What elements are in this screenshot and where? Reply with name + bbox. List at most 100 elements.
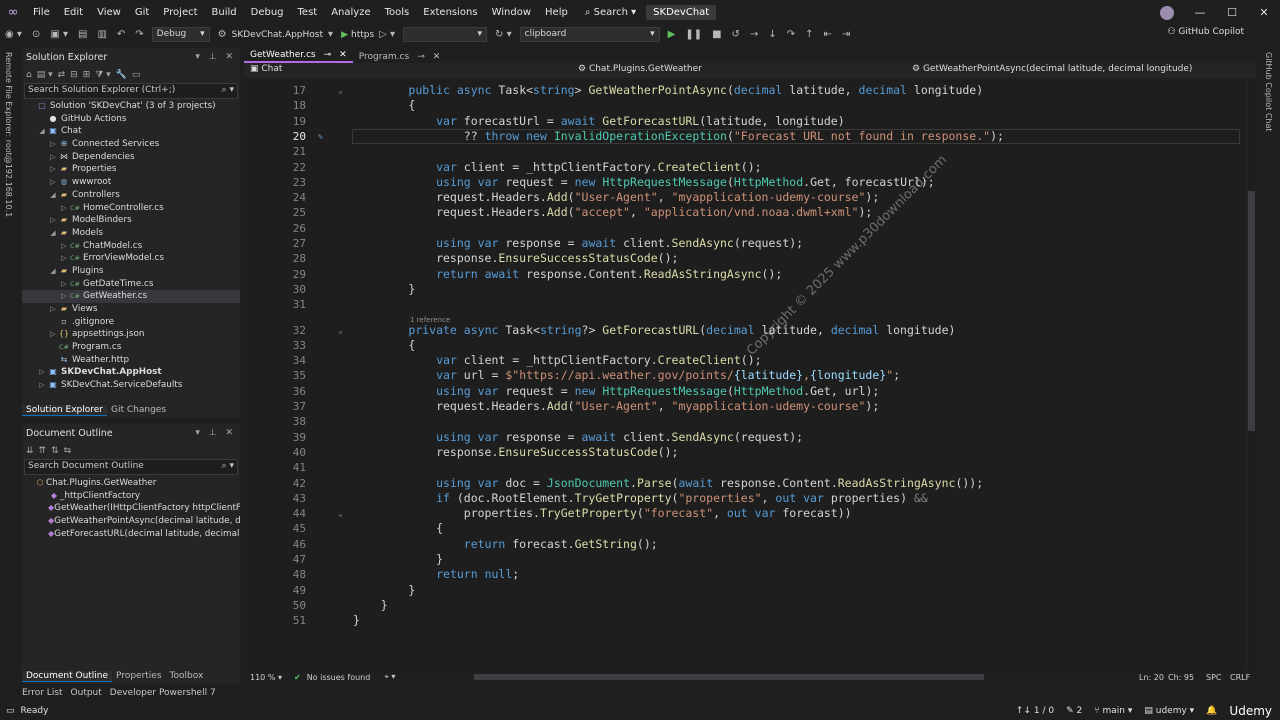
- tree-item[interactable]: ◢ ▰ Plugins: [22, 265, 240, 278]
- home-icon[interactable]: ⌂: [26, 70, 32, 80]
- code-line[interactable]: 24 request.Headers.Add("User-Agent", "my…: [244, 190, 1244, 205]
- collapse-icon[interactable]: ⌄: [338, 83, 343, 98]
- tree-item[interactable]: ◢ ▰ Models: [22, 227, 240, 240]
- outline-item[interactable]: ◆ GetWeatherPointAsync(decimal latitude, …: [22, 515, 240, 528]
- tree-item[interactable]: ▷ ▣ SKDevChat.AppHost: [22, 366, 240, 379]
- expand-open-icon[interactable]: ◢: [48, 189, 58, 202]
- continue-icon[interactable]: ▶: [663, 29, 681, 40]
- code-line[interactable]: 20 ✎ ?? throw new InvalidOperationExcepti…: [244, 128, 1244, 144]
- expand-open-icon[interactable]: ◢: [48, 227, 58, 240]
- tree-item[interactable]: C# Program.cs: [22, 341, 240, 354]
- expand-open-icon[interactable]: ◢: [37, 125, 47, 138]
- zoom-select[interactable]: 110 % ▾: [244, 673, 288, 682]
- tree-item[interactable]: ▷ C# GetWeather.cs: [22, 290, 240, 303]
- tree-item[interactable]: ▷ ⋈ Dependencies: [22, 151, 240, 164]
- code-line[interactable]: 38: [244, 414, 1244, 429]
- save-all-icon[interactable]: ▥: [92, 29, 111, 40]
- code-line[interactable]: 26: [244, 221, 1244, 236]
- refresh-icon[interactable]: ↻ ▾: [490, 29, 517, 40]
- code-area[interactable]: 17 ⌄ public async Task<string> GetWeather…: [244, 81, 1248, 671]
- sync-status[interactable]: ↑↓ 1 / 0: [1016, 706, 1054, 716]
- tree-item[interactable]: ◢ ▰ Controllers: [22, 189, 240, 202]
- avatar[interactable]: [1160, 5, 1174, 20]
- expand-closed-icon[interactable]: ▷: [48, 214, 58, 227]
- menu-item-test[interactable]: Test: [291, 0, 325, 25]
- filter-icon[interactable]: ⧩ ▾: [95, 70, 110, 80]
- menu-item-build[interactable]: Build: [205, 0, 244, 25]
- collapse-all-icon[interactable]: ⇈: [39, 446, 47, 456]
- code-line[interactable]: 37 request.Headers.Add("User-Agent", "my…: [244, 399, 1244, 414]
- tool-tab-developer-powershell-7[interactable]: Developer Powershell 7: [110, 688, 216, 698]
- expand-open-icon[interactable]: ◢: [48, 265, 58, 278]
- tree-item[interactable]: ▢ Solution 'SKDevChat' (3 of 3 projects): [22, 100, 240, 113]
- expand-closed-icon[interactable]: ▷: [59, 240, 69, 253]
- code-line[interactable]: 25 request.Headers.Add("accept", "applic…: [244, 205, 1244, 220]
- code-line[interactable]: 35 var url = $"https://api.weather.gov/p…: [244, 368, 1244, 383]
- code-line[interactable]: 34 var client = _httpClientFactory.Creat…: [244, 353, 1244, 368]
- launch-profile-button[interactable]: https: [351, 30, 374, 40]
- scrollbar-thumb[interactable]: [1248, 191, 1255, 431]
- maximize-icon[interactable]: ☐: [1216, 6, 1248, 19]
- quick-actions-icon[interactable]: ✎: [318, 129, 323, 144]
- menu-item-git[interactable]: Git: [128, 0, 156, 25]
- redo-icon[interactable]: ↷: [130, 29, 148, 40]
- close-tab-icon[interactable]: ✕: [339, 50, 347, 60]
- menu-item-analyze[interactable]: Analyze: [324, 0, 377, 25]
- document-tab[interactable]: GetWeather.cs ⊸ ✕: [244, 49, 353, 63]
- outline-item[interactable]: ◆ GetForecastURL(decimal latitude, decima…: [22, 528, 240, 541]
- pin-icon[interactable]: ⊸: [417, 52, 425, 62]
- startup-project-select[interactable]: SKDevChat.AppHost: [232, 30, 323, 40]
- tab-document-outline[interactable]: Document Outline: [22, 670, 113, 682]
- undo-icon[interactable]: ↶: [112, 29, 130, 40]
- step-out-icon[interactable]: ↑: [800, 29, 818, 40]
- expand-closed-icon[interactable]: ▷: [59, 252, 69, 265]
- tab-solution-explorer[interactable]: Solution Explorer: [22, 404, 107, 416]
- sync-outline-icon[interactable]: ⇆: [64, 446, 72, 456]
- search-button[interactable]: ⌕ Search ▾: [579, 0, 642, 25]
- expand-closed-icon[interactable]: ▷: [37, 366, 47, 379]
- expand-closed-icon[interactable]: ▷: [48, 328, 58, 341]
- remote-file-explorer-tab[interactable]: Remote File Explorer: root@192.168.10.1: [4, 52, 13, 217]
- restart-icon[interactable]: ↺: [727, 29, 745, 40]
- switch-views-icon[interactable]: ▤ ▾: [37, 70, 53, 80]
- pane-controls[interactable]: ▾ ⊥ ✕: [195, 52, 236, 62]
- stop-icon[interactable]: ■: [707, 29, 726, 40]
- code-line[interactable]: 51}: [244, 613, 1244, 628]
- menu-item-project[interactable]: Project: [156, 0, 204, 25]
- expand-closed-icon[interactable]: ▷: [59, 202, 69, 215]
- expand-closed-icon[interactable]: ▷: [48, 138, 58, 151]
- tree-item[interactable]: ▷{} appsettings.json: [22, 328, 240, 341]
- menu-item-window[interactable]: Window: [485, 0, 538, 25]
- tree-item[interactable]: ▷ C# ChatModel.cs: [22, 240, 240, 253]
- horizontal-scrollbar[interactable]: [474, 674, 984, 680]
- code-line[interactable]: 39 using var response = await client.Sen…: [244, 430, 1244, 445]
- tree-item[interactable]: ▷ C# ErrorViewModel.cs: [22, 252, 240, 265]
- clipboard-select[interactable]: clipboard ▾: [519, 27, 660, 42]
- code-line[interactable]: 29 return await response.Content.ReadAsS…: [244, 267, 1244, 282]
- expand-closed-icon[interactable]: ▷: [48, 151, 58, 164]
- code-line[interactable]: 33 {: [244, 338, 1244, 353]
- menu-item-edit[interactable]: Edit: [57, 0, 90, 25]
- code-line[interactable]: 40 response.EnsureSuccessStatusCode();: [244, 445, 1244, 460]
- menu-item-help[interactable]: Help: [538, 0, 575, 25]
- tab-git-changes[interactable]: Git Changes: [107, 405, 170, 415]
- tool-tab-error-list[interactable]: Error List: [22, 688, 63, 698]
- branch-selector[interactable]: ⑂ main ▾: [1094, 706, 1132, 716]
- code-line[interactable]: 42 using var doc = JsonDocument.Parse(aw…: [244, 476, 1244, 491]
- pause-icon[interactable]: ❚❚: [680, 29, 707, 40]
- menu-item-debug[interactable]: Debug: [244, 0, 291, 25]
- tree-item[interactable]: ▷ C# GetDateTime.cs: [22, 278, 240, 291]
- expand-closed-icon[interactable]: ▷: [48, 176, 58, 189]
- expand-closed-icon[interactable]: ▷: [48, 303, 58, 316]
- collapse-icon[interactable]: ⌄: [338, 323, 343, 338]
- nav-type-select[interactable]: ⚙ Chat.Plugins.GetWeather: [578, 64, 702, 74]
- code-line[interactable]: 19 var forecastUrl = await GetForecastUR…: [244, 114, 1244, 129]
- run-icon[interactable]: ▶: [338, 30, 351, 40]
- code-line[interactable]: 31: [244, 297, 1244, 312]
- code-line[interactable]: 43 if (doc.RootElement.TryGetProperty("p…: [244, 491, 1244, 506]
- tree-item[interactable]: ▷ ◍ wwwroot: [22, 176, 240, 189]
- pending-changes[interactable]: ✎ 2: [1066, 706, 1082, 716]
- code-line[interactable]: 32 ⌄ private async Task<string?> GetForec…: [244, 323, 1244, 338]
- menu-item-file[interactable]: File: [26, 0, 57, 25]
- solution-explorer-search[interactable]: Search Solution Explorer (Ctrl+;) ⌕ ▾: [24, 83, 238, 99]
